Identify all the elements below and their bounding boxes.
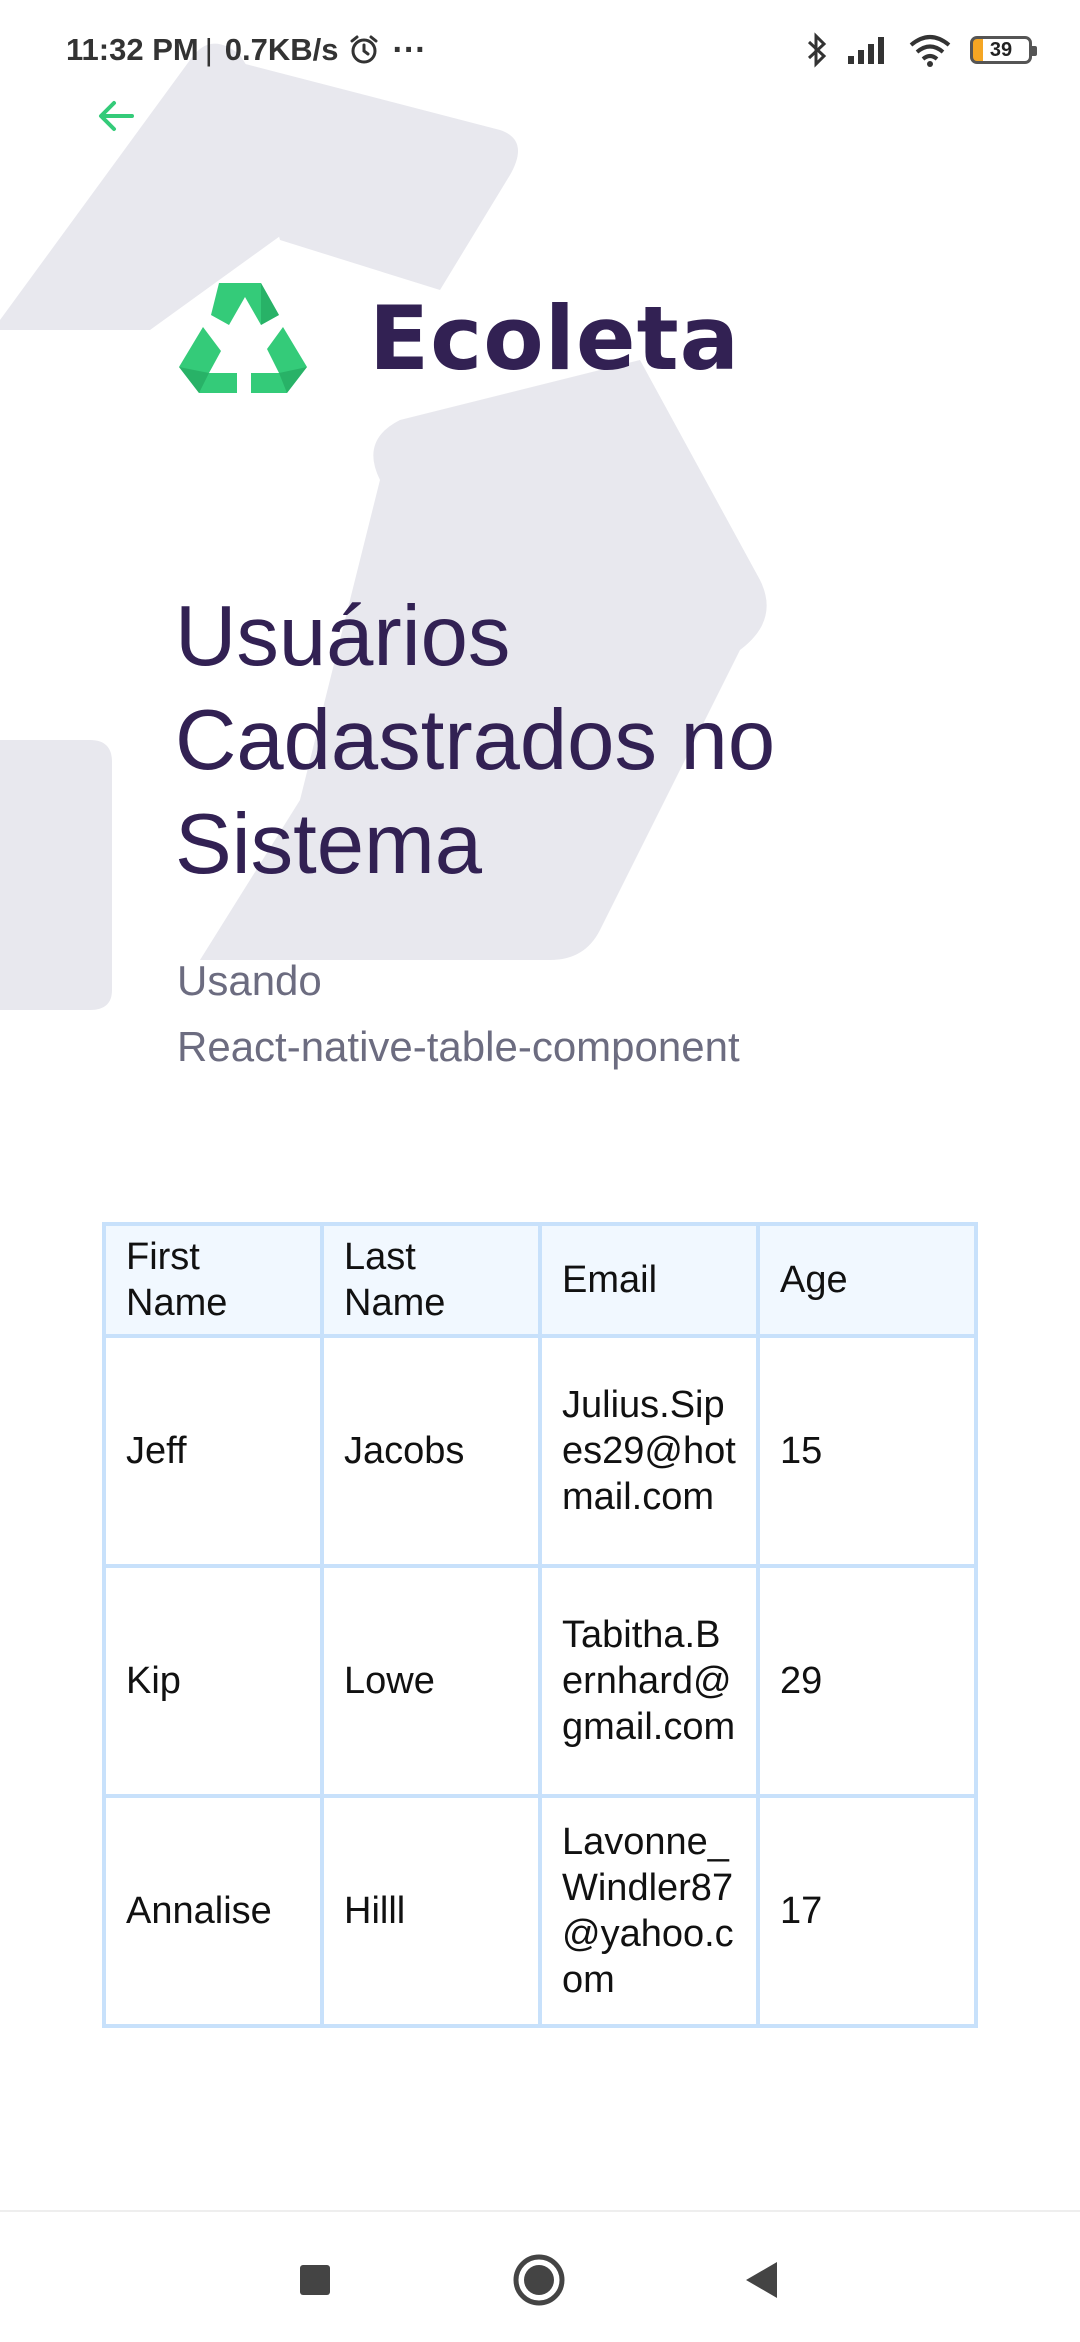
status-left: 11:32 PM | 0.7KB/s ··· bbox=[66, 31, 426, 70]
header-first-name: First Name bbox=[102, 1222, 324, 1338]
cell-last-name: Hilll bbox=[320, 1794, 542, 2028]
status-right: 39 bbox=[806, 32, 1037, 68]
app-logo: Ecoleta bbox=[175, 275, 740, 401]
signal-icon bbox=[848, 37, 884, 64]
wifi-icon bbox=[909, 35, 951, 67]
back-arrow-button[interactable] bbox=[92, 92, 140, 140]
cell-email: Julius.Sipes29@hotmail.com bbox=[538, 1334, 760, 1568]
recycle-icon bbox=[179, 283, 307, 393]
table-header-row: First Name Last Name Email Age bbox=[102, 1222, 978, 1338]
users-table-container: First Name Last Name Email Age Jeff Jaco… bbox=[102, 1222, 978, 2028]
status-bar: 11:32 PM | 0.7KB/s ··· 39 bbox=[0, 0, 1080, 100]
cell-first-name: Annalise bbox=[102, 1794, 324, 2028]
cell-first-name: Kip bbox=[102, 1564, 324, 1798]
cell-age: 29 bbox=[756, 1564, 978, 1798]
cell-last-name: Lowe bbox=[320, 1564, 542, 1798]
table-row: Kip Lowe Tabitha.Bernhard@gmail.com 29 bbox=[102, 1564, 978, 1798]
status-separator: | bbox=[204, 32, 213, 67]
background-recycle-art bbox=[0, 43, 767, 1010]
header-last-name: Last Name bbox=[320, 1222, 542, 1338]
table-row: Jeff Jacobs Julius.Sipes29@hotmail.com 1… bbox=[102, 1334, 978, 1568]
header-age: Age bbox=[756, 1222, 978, 1338]
users-table: First Name Last Name Email Age Jeff Jaco… bbox=[102, 1222, 978, 2028]
recent-apps-button[interactable] bbox=[285, 2250, 345, 2310]
status-time: 11:32 PM bbox=[66, 32, 199, 67]
page-title: Usuários Cadastrados no Sistema bbox=[175, 589, 776, 892]
subtitle-line-1: Usando bbox=[177, 957, 322, 1004]
cell-age: 17 bbox=[756, 1794, 978, 2028]
network-speed: 0.7KB/s bbox=[224, 32, 339, 67]
system-nav-bar bbox=[0, 2210, 1080, 2342]
cell-email: Lavonne_Windler87@yahoo.com bbox=[538, 1794, 760, 2028]
cell-email: Tabitha.Bernhard@gmail.com bbox=[538, 1564, 760, 1798]
recent-apps-icon bbox=[300, 2265, 330, 2295]
cell-last-name: Jacobs bbox=[320, 1334, 542, 1568]
more-indicator: ··· bbox=[392, 30, 427, 69]
subtitle-line-2: React-native-table-component bbox=[177, 1023, 740, 1070]
battery-icon: 39 bbox=[970, 36, 1037, 64]
back-icon bbox=[746, 2262, 777, 2298]
cell-age: 15 bbox=[756, 1334, 978, 1568]
cell-first-name: Jeff bbox=[102, 1334, 324, 1568]
home-icon bbox=[513, 2254, 565, 2306]
header-email: Email bbox=[538, 1222, 760, 1338]
brand-name: Ecoleta bbox=[369, 286, 741, 390]
nav-back-button[interactable] bbox=[731, 2250, 791, 2310]
alarm-icon bbox=[350, 35, 377, 64]
battery-level: 39 bbox=[989, 38, 1013, 61]
table-row: Annalise Hilll Lavonne_Windler87@yahoo.c… bbox=[102, 1794, 978, 2028]
bluetooth-icon bbox=[807, 32, 827, 68]
page-subtitle: Usando React-native-table-component bbox=[177, 948, 937, 1080]
home-button[interactable] bbox=[509, 2250, 569, 2310]
